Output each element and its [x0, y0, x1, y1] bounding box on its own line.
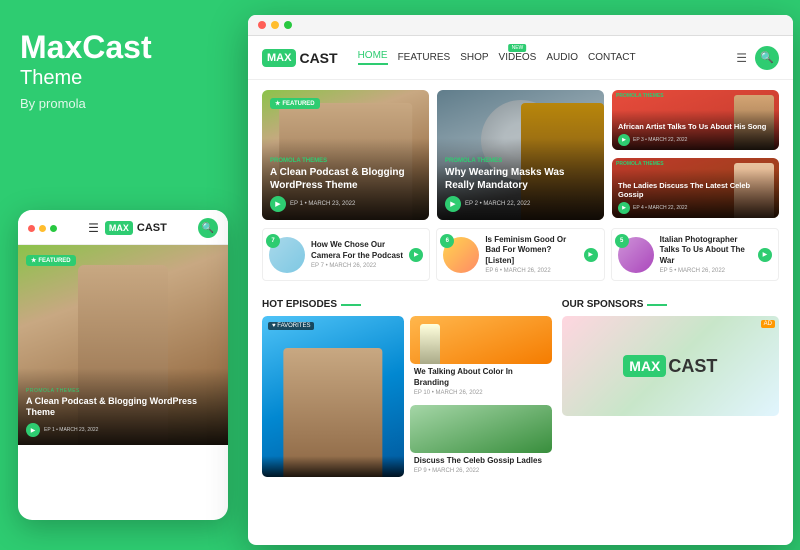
ep-info-5: Italian Photographer Talks To Us About T… [660, 235, 752, 274]
episode-item-5: 5 Italian Photographer Talks To Us About… [611, 228, 779, 281]
hot-card-3-info: Discuss The Celeb Gossip Ladles EP 9 • M… [410, 453, 552, 477]
hot-episodes-title: HOT EPISODES [262, 299, 552, 310]
mobile-dots [28, 225, 57, 232]
hamburger-icon[interactable]: ☰ [88, 221, 99, 235]
right-overlay-1: African Artist Talks To Us About His Son… [612, 110, 779, 150]
nav-logo: MAX CAST [262, 49, 338, 67]
mobile-nav: ☰ MAX CAST [88, 221, 167, 235]
right-promola-badge-1: PROMOLA THEMES [616, 93, 664, 99]
hero-overlay-1: PROMOLA THEMES A Clean Podcast & Bloggin… [262, 138, 429, 220]
dot-yellow [39, 225, 46, 232]
mobile-hero: ★ FEATURED PROMOLA THEMES A Clean Podcas… [18, 245, 228, 445]
hot-image-3 [410, 405, 552, 453]
nav-links: HOME FEATURES SHOP NEW VIDEOS AUDIO CONT… [358, 50, 723, 65]
star-icon: ★ [31, 257, 36, 264]
hero-card-2: PROMOLA THEMES Why Wearing Masks Was Rea… [437, 90, 604, 220]
nav-videos[interactable]: NEW VIDEOS [499, 52, 537, 63]
play-button-3[interactable]: ▶ [618, 134, 630, 146]
nav-right: ☰ 🔍 [736, 46, 779, 70]
ad-badge: AD [761, 320, 775, 328]
brand-subtitle: Theme [20, 67, 215, 90]
hero-meta-1: ▶ EP 1 • MARCH 23, 2022 [270, 196, 421, 212]
browser-chrome [248, 15, 793, 36]
hot-episodes-section: HOT EPISODES ♥ FAVORITES [262, 299, 552, 477]
episode-list: 7 How We Chose Our Camera For the Podcas… [262, 228, 779, 281]
hero-overlay-2: PROMOLA THEMES Why Wearing Masks Was Rea… [437, 138, 604, 220]
sponsors-title: OUR SPONSORS [562, 299, 779, 310]
browser-dot-green[interactable] [284, 21, 292, 29]
right-promola-badge-2: PROMOLA THEMES [616, 161, 664, 167]
hot-card-3: Discuss The Celeb Gossip Ladles EP 9 • M… [410, 405, 552, 477]
right-column: PROMOLA THEMES African Artist Talks To U… [612, 90, 779, 220]
main-site: MAX CAST HOME FEATURES SHOP NEW VIDEOS A… [248, 15, 793, 545]
episode-item-6: 6 Is Feminism Good Or Bad For Women? [Li… [436, 228, 604, 281]
favorites-badge: ♥ FAVORITES [268, 322, 314, 330]
mobile-card-content: PROMOLA THEMES A Clean Podcast & Bloggin… [18, 368, 228, 445]
play-button-1[interactable]: ▶ [270, 196, 286, 212]
menu-icon[interactable]: ☰ [736, 51, 747, 65]
brand-title: MaxCast [20, 30, 215, 65]
ep-thumb-6: 6 [443, 237, 479, 273]
dot-red [28, 225, 35, 232]
mobile-featured-badge: ★ FEATURED [26, 255, 76, 266]
mobile-logo: MAX CAST [105, 221, 167, 235]
right-meta-1: ▶ EP 3 • MARCH 22, 2022 [618, 134, 773, 146]
hot-episodes-grid: ♥ FAVORITES We Talking About Color In Br… [262, 316, 552, 477]
sponsors-logo: MAX CAST [623, 355, 717, 377]
hot-image-1 [262, 316, 404, 477]
mobile-topbar: ☰ MAX CAST 🔍 [18, 210, 228, 245]
nav-features[interactable]: FEATURES [398, 52, 451, 63]
episode-item-7: 7 How We Chose Our Camera For the Podcas… [262, 228, 430, 281]
nav-home[interactable]: HOME [358, 50, 388, 65]
ep-thumb-7: 7 [269, 237, 305, 273]
site-nav: MAX CAST HOME FEATURES SHOP NEW VIDEOS A… [248, 36, 793, 80]
right-card-1: PROMOLA THEMES African Artist Talks To U… [612, 90, 779, 150]
play-button-2[interactable]: ▶ [445, 196, 461, 212]
hot-card-2: We Talking About Color In Branding EP 10… [410, 316, 552, 399]
content-area: ★ FEATURED PROMOLA THEMES A Clean Podcas… [248, 80, 793, 299]
nav-audio[interactable]: AUDIO [546, 52, 578, 63]
hot-overlay-1 [262, 456, 404, 477]
mobile-play-button[interactable]: ▶ [26, 423, 40, 437]
dot-green [50, 225, 57, 232]
ep-info-7: How We Chose Our Camera For the Podcast … [311, 240, 403, 269]
mobile-search-button[interactable]: 🔍 [198, 218, 218, 238]
nav-shop[interactable]: SHOP [460, 52, 488, 63]
bottom-area: HOT EPISODES ♥ FAVORITES [248, 299, 793, 487]
hot-card-2-info: We Talking About Color In Branding EP 10… [410, 364, 552, 399]
sponsors-card: MAX CAST AD [562, 316, 779, 416]
ep-info-6: Is Feminism Good Or Bad For Women? [List… [485, 235, 577, 274]
browser-dot-yellow[interactable] [271, 21, 279, 29]
left-panel: MaxCast Theme By promola ☰ MAX CAST 🔍 [0, 0, 235, 550]
featured-badge-1: ★ FEATURED [270, 98, 320, 109]
nav-contact[interactable]: CONTACT [588, 52, 636, 63]
ep-thumb-5: 5 [618, 237, 654, 273]
hero-card-1: ★ FEATURED PROMOLA THEMES A Clean Podcas… [262, 90, 429, 220]
right-card-2: PROMOLA THEMES The Ladies Discuss The La… [612, 158, 779, 218]
hot-card-tall: ♥ FAVORITES [262, 316, 404, 477]
right-overlay-2: The Ladies Discuss The Latest Celeb Goss… [612, 169, 779, 219]
sponsors-section: OUR SPONSORS MAX CAST AD [562, 299, 779, 477]
play-button-4[interactable]: ▶ [618, 202, 630, 214]
ep-play-7[interactable]: ▶ [409, 248, 423, 262]
browser-dot-red[interactable] [258, 21, 266, 29]
star-icon: ★ [275, 100, 280, 107]
right-meta-2: ▶ EP 4 • MARCH 22, 2022 [618, 202, 773, 214]
mobile-mockup: ☰ MAX CAST 🔍 ★ FEATURED PROMOLA THEMES A… [18, 210, 228, 520]
mobile-play-row: ▶ EP 1 • MARCH 23, 2022 [26, 423, 220, 437]
hot-image-2 [410, 316, 552, 364]
brand-by: By promola [20, 96, 215, 111]
hero-meta-2: ▶ EP 2 • MARCH 22, 2022 [445, 196, 596, 212]
ep-play-6[interactable]: ▶ [584, 248, 598, 262]
ep-play-5[interactable]: ▶ [758, 248, 772, 262]
search-button[interactable]: 🔍 [755, 46, 779, 70]
